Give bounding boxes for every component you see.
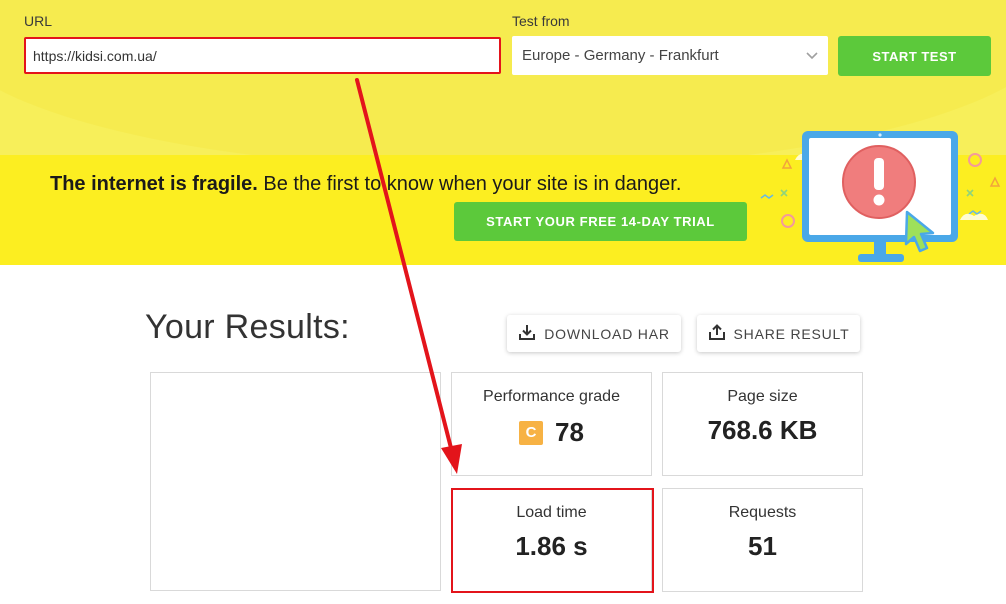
results-title: Your Results: [145,308,350,346]
free-trial-button[interactable]: START YOUR FREE 14-DAY TRIAL [454,202,747,241]
download-har-label: DOWNLOAD HAR [544,325,670,342]
share-result-label: SHARE RESULT [733,325,850,342]
performance-score: 78 [555,417,584,447]
promo-headline-bold: The internet is fragile. [50,173,258,195]
requests-label: Requests [728,504,797,521]
share-result-button[interactable]: SHARE RESULT [697,315,860,352]
load-time-label: Load time [516,504,587,521]
promo-headline-rest: Be the first to know when your site is i… [257,173,682,195]
load-time-card: Load time 1.86 s [451,488,652,592]
start-test-button[interactable]: START TEST [838,36,991,76]
download-har-button[interactable]: DOWNLOAD HAR [507,315,681,352]
performance-grade-card: Performance grade C 78 [451,372,652,476]
url-input-value: https://kidsi.com.ua/ [33,47,157,64]
performance-grade-label: Performance grade [483,388,620,405]
chevron-down-icon [806,48,818,63]
download-icon [518,323,536,344]
page-size-card: Page size 768.6 KB [662,372,863,476]
share-icon [708,323,726,344]
screenshot-placeholder-card [150,372,441,591]
location-label: Test from [512,13,570,29]
location-select-value: Europe - Germany - Frankfurt [522,47,719,64]
page-size-value: 768.6 KB [707,415,818,445]
load-time-value: 1.86 s [515,531,588,561]
monitor-alert-illustration [760,131,1001,262]
performance-grade-row: C 78 [452,417,651,448]
requests-card: Requests 51 [662,488,863,592]
requests-value: 51 [748,531,777,561]
page-size-label: Page size [727,388,798,405]
url-label: URL [24,13,53,29]
url-input[interactable]: https://kidsi.com.ua/ [24,37,501,74]
location-select[interactable]: Europe - Germany - Frankfurt [512,36,828,75]
promo-headline: The internet is fragile. Be the first to… [50,173,681,196]
grade-badge: C [519,420,544,445]
